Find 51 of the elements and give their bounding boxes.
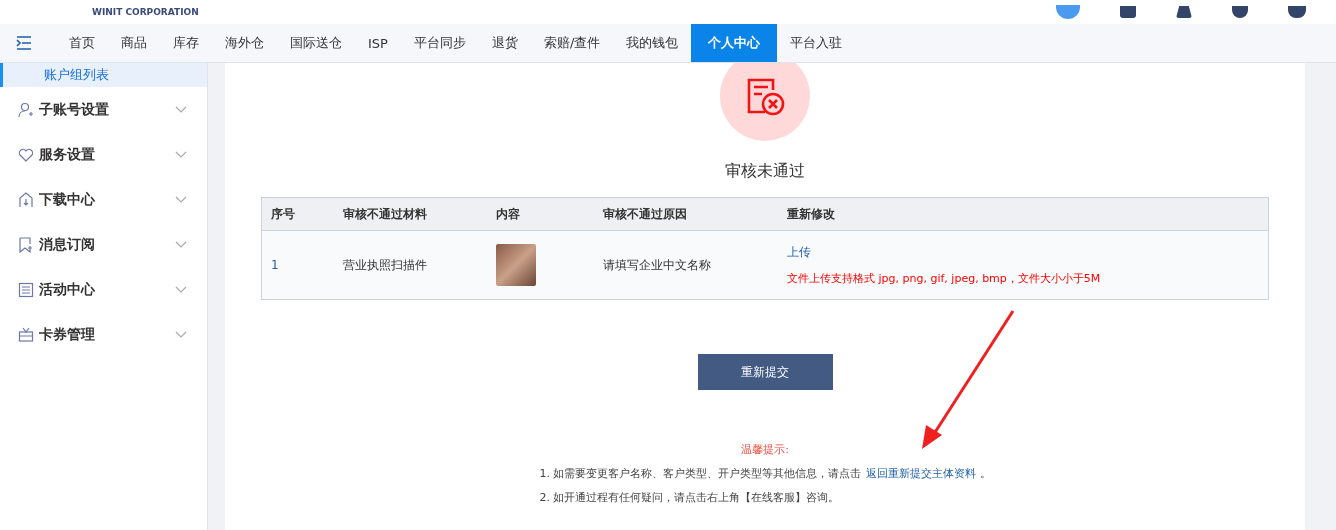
upload-link[interactable]: 上传 [787, 245, 811, 259]
table-cell: 营业执照扫描件 [343, 257, 427, 272]
nav-tab[interactable]: 平台同步 [400, 24, 479, 62]
nav-tab[interactable]: 索赔/查件 [530, 24, 614, 62]
nav-tab[interactable]: 海外仓 [212, 24, 277, 62]
table-cell: 请填写企业中文名称 [603, 257, 711, 272]
nav-tab[interactable]: 国际送仓 [277, 24, 355, 62]
sidebar-item[interactable]: 服务设置 [39, 145, 175, 164]
nav-tab[interactable]: 首页 [56, 24, 108, 62]
upload-note: 文件上传支持格式 jpg, png, gif, jpeg, bmp，文件大小小于5M [787, 271, 1102, 286]
sidebar-item[interactable]: 卡券管理 [39, 325, 175, 344]
user-plus-icon [18, 101, 34, 118]
chevron-icon[interactable] [175, 150, 187, 159]
nav-tab[interactable]: 我的钱包 [613, 24, 692, 62]
nav-tab[interactable]: 退货 [478, 24, 531, 62]
nav-tab[interactable]: 平台入驻 [777, 24, 856, 62]
gift-icon [18, 326, 34, 343]
tip-text: 2. 如开通过程有任何疑问，请点击右上角【在线客服】咨询。 [539, 490, 840, 505]
column-header: 审核不通过原因 [594, 197, 778, 231]
resubmit-button[interactable]: 重新提交 [697, 354, 833, 390]
sidebar-item[interactable]: 消息订阅 [39, 235, 175, 254]
nav-tab[interactable]: ISP [355, 24, 401, 62]
chevron-icon[interactable] [175, 105, 187, 114]
column-header: 重新修改 [778, 197, 1269, 231]
download-icon [18, 191, 34, 208]
sidebar-item[interactable]: 下载中心 [39, 190, 175, 209]
bookmark-icon [18, 236, 34, 253]
tip-text: 1. 如需要变更客户名称、客户类型、开户类型等其他信息，请点击 [539, 466, 862, 481]
nav-tab[interactable]: 个人中心 [691, 24, 778, 62]
chevron-icon[interactable] [175, 330, 187, 339]
tips-title: 温馨提示: [741, 442, 789, 457]
logo-text: WINIT CORPORATION [92, 7, 199, 17]
menu-icon[interactable] [16, 36, 32, 50]
sidebar-item[interactable]: 子账号设置 [39, 100, 175, 119]
chevron-icon[interactable] [175, 285, 187, 294]
resubmit-info-link[interactable]: 返回重新提交主体资料 [865, 466, 976, 481]
heart-icon [18, 146, 34, 163]
sidebar-item[interactable]: 活动中心 [39, 280, 175, 299]
column-header: 内容 [487, 197, 594, 231]
photo-placeholder[interactable] [496, 244, 536, 286]
table-cell: 1 [271, 258, 279, 272]
chevron-icon[interactable] [175, 195, 187, 204]
status-title: 审核未通过 [725, 161, 805, 182]
nav-tab[interactable]: 商品 [108, 24, 160, 62]
chevron-icon[interactable] [175, 240, 187, 249]
tip-punctuation: 。 [979, 466, 991, 481]
nav-tab[interactable]: 库存 [160, 24, 212, 62]
sidebar-subitem[interactable]: 账户组列表 [0, 63, 207, 87]
list-icon [18, 281, 34, 298]
column-header: 序号 [261, 197, 334, 231]
column-header: 审核不通过材料 [334, 197, 487, 231]
